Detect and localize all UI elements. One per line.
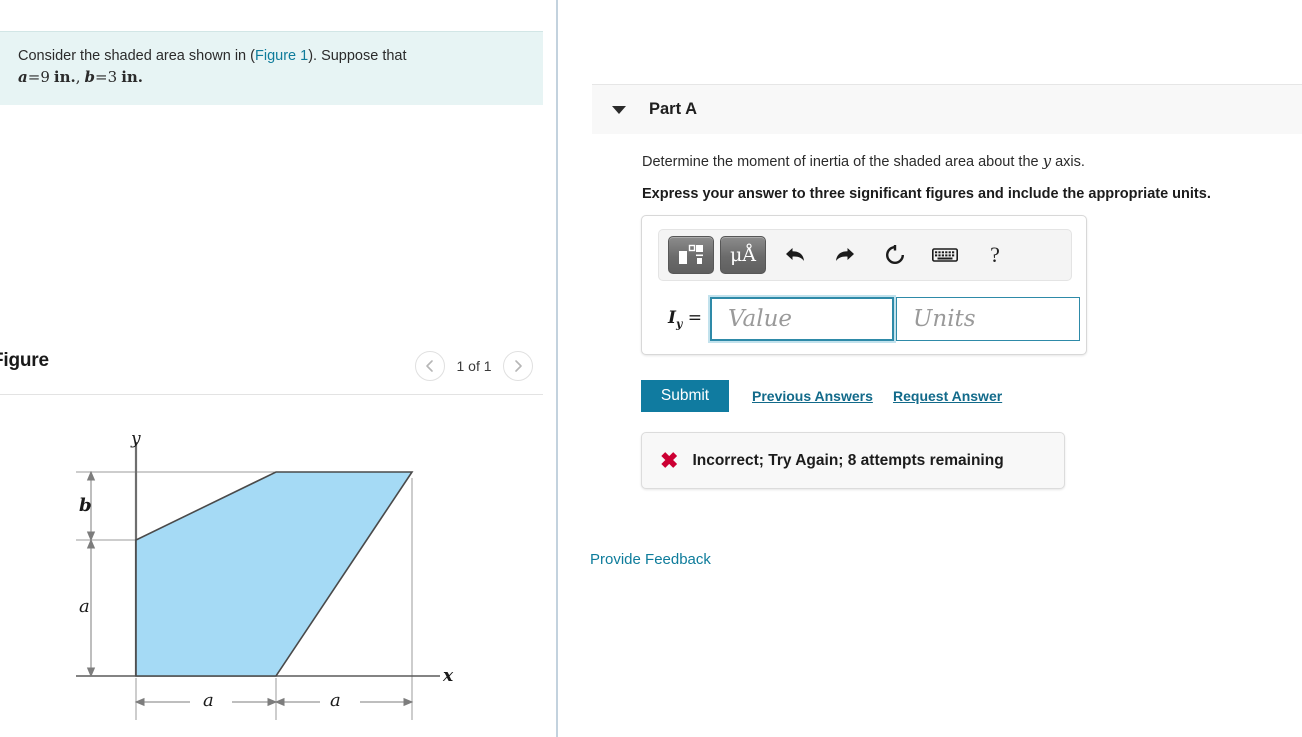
problem-text-lead: Consider the shaded area shown in ( (18, 48, 255, 64)
question-prompt: Determine the moment of inertia of the s… (642, 152, 1085, 170)
undo-button[interactable] (774, 237, 816, 273)
part-a-title: Part A (649, 100, 697, 118)
question-axis-variable: y (1042, 152, 1052, 170)
previous-answers-link[interactable]: Previous Answers (752, 388, 873, 404)
figure-header: Figure 1 of 1 (0, 348, 543, 392)
math-template-icon (679, 244, 703, 264)
undo-arrow-icon (786, 248, 804, 261)
help-button[interactable]: ? (974, 237, 1016, 273)
units-button-label: μÅ (729, 243, 757, 266)
figure-1-link[interactable]: Figure 1 (255, 48, 308, 64)
figure-prev-button[interactable] (415, 351, 445, 381)
question-prompt-text: Determine the moment of inertia of the s… (642, 154, 1043, 170)
given-a-unit: in. (53, 68, 76, 86)
dimension-label-a-left: a (203, 690, 214, 711)
given-a-value: 9 (40, 68, 50, 86)
feedback-alert: ✖ Incorrect; Try Again; 8 attempts remai… (641, 432, 1065, 489)
given-a-variable: a (18, 68, 28, 86)
units-button[interactable]: μÅ (720, 236, 766, 274)
given-b-equals: = (95, 68, 108, 86)
problem-statement: Consider the shaded area shown in (Figur… (0, 31, 543, 105)
provide-feedback-link[interactable]: Provide Feedback (590, 551, 711, 568)
x-mark-icon: ✖ (660, 447, 679, 473)
figure-panel-title: Figure (0, 350, 49, 371)
given-separator: , (75, 68, 81, 86)
answer-value-input[interactable]: Value (710, 297, 894, 341)
keyboard-button[interactable] (924, 237, 966, 273)
shaded-area-polygon (135, 471, 414, 677)
math-template-button[interactable] (668, 236, 714, 274)
question-prompt-tail: axis. (1051, 154, 1085, 170)
caret-down-icon[interactable] (612, 105, 626, 114)
answer-entry-box: μÅ ? Iy = Value Units (641, 215, 1087, 355)
figure-next-button[interactable] (503, 351, 533, 381)
reset-circular-arrow-icon (886, 245, 904, 264)
figure-diagram: y x b a a a (0, 400, 543, 737)
request-answer-link[interactable]: Request Answer (893, 388, 1002, 404)
given-a-equals: = (27, 68, 41, 86)
part-a-header[interactable]: Part A (592, 84, 1302, 134)
answer-units-input[interactable]: Units (896, 297, 1080, 341)
answer-instruction: Express your answer to three significant… (642, 186, 1211, 202)
dimension-label-a-right: a (330, 690, 341, 711)
given-b-unit: in. (121, 68, 144, 86)
answer-equals-sign: = (687, 307, 702, 328)
given-b-variable: b (84, 68, 96, 86)
feedback-message: Incorrect; Try Again; 8 attempts remaini… (692, 451, 1004, 469)
figure-divider-rule (0, 394, 543, 395)
answer-quantity-subscript: y (675, 317, 683, 331)
answer-input-row: Iy = Value Units (656, 297, 1080, 341)
dimension-label-a-vertical: a (79, 596, 90, 617)
y-axis-label: y (131, 429, 141, 449)
keyboard-icon (932, 248, 958, 262)
reset-button[interactable] (874, 237, 916, 273)
x-axis-label: x (443, 666, 454, 686)
problem-text-tail: ). Suppose that (308, 48, 407, 64)
dimension-label-b: b (79, 495, 92, 516)
chevron-left-icon (426, 360, 433, 372)
answer-panel: Part A Determine the moment of inertia o… (558, 0, 1302, 737)
figure-counter: 1 of 1 (456, 358, 492, 374)
redo-arrow-icon (836, 248, 854, 261)
submit-button[interactable]: Submit (641, 380, 729, 412)
figure-navigation: 1 of 1 (415, 351, 533, 381)
answer-quantity-label: Iy = (656, 308, 710, 330)
chevron-right-icon (515, 360, 522, 372)
math-entry-toolbar: μÅ ? (658, 229, 1072, 281)
question-mark-icon: ? (990, 242, 1000, 267)
given-b-value: 3 (107, 68, 118, 86)
answer-quantity-symbol: I (667, 307, 676, 328)
problem-panel: Consider the shaded area shown in (Figur… (0, 0, 543, 737)
shaded-area-diagram-svg (76, 442, 440, 720)
redo-button[interactable] (824, 237, 866, 273)
